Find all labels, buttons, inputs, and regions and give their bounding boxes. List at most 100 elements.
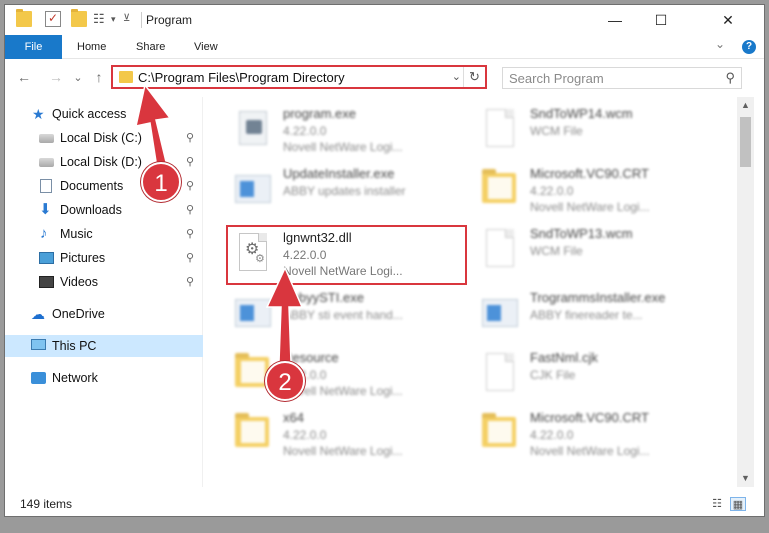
address-bar[interactable]: C:\Program Files\Program Directory ⌄ ↻ [111, 65, 487, 89]
file-icon [480, 351, 518, 395]
sidebar-item-label: Videos [60, 275, 98, 289]
computer-icon [31, 339, 46, 350]
highlight-box [226, 225, 467, 285]
scroll-down-icon[interactable]: ▼ [737, 470, 754, 487]
chevron-down-icon[interactable]: ⌄ [452, 70, 461, 83]
sidebar-item-label: Network [52, 371, 98, 385]
file-description: ABBY updates installer [283, 184, 406, 198]
pin-icon: ⚲ [186, 204, 195, 216]
tab-home[interactable]: Home [64, 35, 119, 59]
tiles-view-icon[interactable]: ▦ [730, 497, 746, 511]
sidebar-item-quick-access[interactable]: ★ Quick access [5, 103, 203, 125]
file-item[interactable]: UpdateInstaller.exe ABBY updates install… [227, 161, 465, 217]
expand-ribbon-icon[interactable]: ⌄ [715, 37, 725, 51]
sidebar-item-label: Downloads [60, 203, 122, 217]
sidebar-item-onedrive[interactable]: ☁ OneDrive [5, 303, 203, 325]
file-description: Novell NetWare Logi... [530, 200, 650, 214]
installer-icon [480, 291, 518, 335]
sidebar-item-local-disk-c[interactable]: Local Disk (C:) ⚲ [5, 127, 203, 149]
file-item[interactable]: x64 4.22.0.0 Novell NetWare Logi... [227, 405, 465, 461]
search-icon[interactable]: ⚲ [725, 70, 735, 86]
download-icon: ⬇ [39, 201, 52, 218]
divider [141, 12, 142, 28]
sidebar-item-label: Pictures [60, 251, 106, 265]
tab-file[interactable]: File [5, 35, 62, 59]
file-item[interactable]: Microsoft.VC90.CRT 4.22.0.0 Novell NetWa… [474, 161, 712, 217]
new-folder-icon[interactable] [71, 9, 87, 27]
details-view-icon[interactable]: ☷ [709, 497, 725, 511]
step-badge-2: 2 [265, 361, 305, 401]
folder-icon [480, 167, 518, 211]
forward-button[interactable]: → [47, 69, 65, 85]
navigation-bar: ← → ⌄ ↑ C:\Program Files\Program Directo… [5, 60, 764, 94]
folder-icon [16, 9, 32, 27]
file-version: 4.22.0.0 [530, 184, 574, 198]
file-item[interactable]: Resource 4.22.0.0 Novell NetWare Logi... [227, 345, 465, 401]
file-item[interactable]: TrogrammsInstaller.exe ABBY finereader t… [474, 285, 712, 341]
drive-icon [39, 134, 54, 143]
up-button[interactable]: ↑ [90, 69, 108, 85]
search-input[interactable] [503, 68, 703, 88]
maximize-button[interactable]: ☐ [638, 5, 684, 35]
installer-icon [233, 167, 271, 211]
tab-view[interactable]: View [181, 35, 231, 59]
scroll-thumb[interactable] [740, 117, 751, 167]
file-item[interactable]: program.exe 4.22.0.0 Novell NetWare Logi… [227, 101, 465, 157]
sidebar-item-music[interactable]: ♪ Music ⚲ [5, 223, 203, 245]
file-list: program.exe 4.22.0.0 Novell NetWare Logi… [205, 97, 737, 487]
vertical-scrollbar[interactable]: ▲ ▼ [737, 97, 754, 487]
file-item[interactable]: AbbyySTI.exe ABBY sti event hand... [227, 285, 465, 341]
file-name: program.exe [283, 106, 356, 121]
status-bar: 149 items ☷ ▦ [5, 492, 764, 516]
folder-icon [119, 71, 133, 83]
star-icon: ★ [32, 106, 45, 122]
videos-icon [39, 276, 54, 288]
sidebar-item-label: OneDrive [52, 307, 105, 321]
pin-icon: ⚲ [186, 252, 195, 264]
scroll-up-icon[interactable]: ▲ [737, 97, 754, 114]
folder-icon [233, 411, 271, 455]
explorer-window: ✓ ☷ ▾ ⊻ Program — ☐ ✕ File Home Share Vi… [5, 5, 764, 516]
sidebar-item-downloads[interactable]: ⬇ Downloads ⚲ [5, 199, 203, 221]
help-icon[interactable]: ? [742, 40, 756, 54]
file-type: WCM File [530, 244, 583, 258]
documents-icon [40, 179, 52, 193]
back-button[interactable]: ← [15, 69, 33, 85]
window-title: Program [146, 13, 193, 27]
file-item[interactable]: SndToWP13.wcm WCM File [474, 221, 712, 277]
file-description: ABBY finereader te... [530, 308, 643, 322]
music-icon: ♪ [40, 225, 48, 242]
search-box[interactable]: ⚲ [502, 67, 742, 89]
sidebar-item-pictures[interactable]: Pictures ⚲ [5, 247, 203, 269]
customize-toolbar-icon[interactable]: ⊻ [123, 11, 133, 27]
file-version: 4.22.0.0 [283, 124, 327, 138]
network-icon [31, 372, 46, 384]
pin-icon: ⚲ [186, 132, 195, 144]
recent-locations-button[interactable]: ⌄ [69, 71, 87, 84]
refresh-button[interactable]: ↻ [463, 67, 485, 87]
chevron-down-icon[interactable]: ▾ [111, 11, 121, 27]
sidebar-item-label: Quick access [52, 107, 127, 121]
file-item[interactable]: FastNml.cjk CJK File [474, 345, 712, 401]
item-count: 149 items [20, 497, 73, 511]
exe-icon [233, 107, 271, 151]
file-item[interactable]: Microsoft.VC90.CRT 4.22.0.0 Novell NetWa… [474, 405, 712, 461]
file-description: Novell NetWare Logi... [283, 140, 403, 154]
file-name: AbbyySTI.exe [283, 290, 364, 305]
tab-share[interactable]: Share [123, 35, 178, 59]
close-button[interactable]: ✕ [705, 5, 751, 35]
sidebar-item-videos[interactable]: Videos ⚲ [5, 271, 203, 293]
file-name: FastNml.cjk [530, 350, 598, 365]
address-path[interactable]: C:\Program Files\Program Directory [138, 70, 345, 85]
title-bar: ✓ ☷ ▾ ⊻ Program — ☐ ✕ [5, 5, 764, 35]
file-name: UpdateInstaller.exe [283, 166, 395, 181]
checkmark-icon[interactable]: ✓ [45, 11, 61, 27]
properties-icon[interactable]: ☷ [93, 11, 109, 27]
sidebar-item-network[interactable]: Network [5, 367, 203, 389]
file-icon [480, 227, 518, 271]
minimize-button[interactable]: — [592, 5, 638, 35]
navigation-pane: ★ Quick access Local Disk (C:) ⚲ Local D… [5, 97, 203, 487]
sidebar-item-this-pc[interactable]: This PC [5, 335, 203, 357]
file-item[interactable]: SndToWP14.wcm WCM File [474, 101, 712, 157]
installer-icon [233, 291, 271, 335]
